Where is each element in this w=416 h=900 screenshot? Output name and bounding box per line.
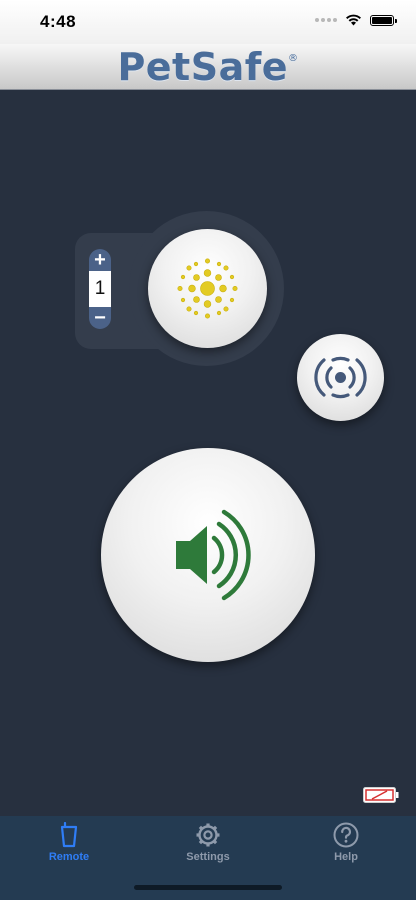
tab-help[interactable]: Help	[296, 822, 396, 863]
registered-mark: ®	[288, 53, 299, 64]
tab-remote[interactable]: Remote	[19, 822, 119, 863]
signal-dots-icon	[315, 18, 337, 22]
level-decrease-button[interactable]: −	[89, 307, 111, 329]
home-indicator	[134, 885, 282, 890]
phone-battery-icon	[370, 14, 397, 26]
level-stepper: + 1 −	[89, 249, 111, 329]
radar-waves-icon	[314, 356, 367, 399]
wifi-icon	[346, 14, 361, 26]
tab-settings[interactable]: Settings	[158, 822, 258, 863]
app-header: PetSafe®	[0, 44, 416, 90]
question-icon	[333, 822, 359, 848]
tab-help-label: Help	[334, 851, 358, 863]
vibrate-button[interactable]	[148, 229, 267, 348]
remote-icon	[60, 822, 78, 848]
tone-button[interactable]	[297, 334, 384, 421]
logo-text: PetSafe	[117, 45, 289, 89]
level-value: 1	[89, 271, 111, 307]
gear-icon	[196, 823, 220, 847]
speaker-sound-icon	[176, 509, 251, 601]
petsafe-logo: PetSafe®	[0, 45, 416, 89]
tab-settings-label: Settings	[186, 851, 230, 863]
sunburst-icon	[177, 258, 238, 319]
static-button[interactable]	[101, 448, 315, 662]
status-time: 4:48	[40, 12, 77, 31]
status-bar: 4:48	[0, 0, 416, 44]
level-increase-button[interactable]: +	[89, 249, 111, 271]
tab-remote-label: Remote	[48, 851, 90, 863]
low-battery-icon	[363, 787, 399, 803]
status-icons	[315, 14, 397, 26]
